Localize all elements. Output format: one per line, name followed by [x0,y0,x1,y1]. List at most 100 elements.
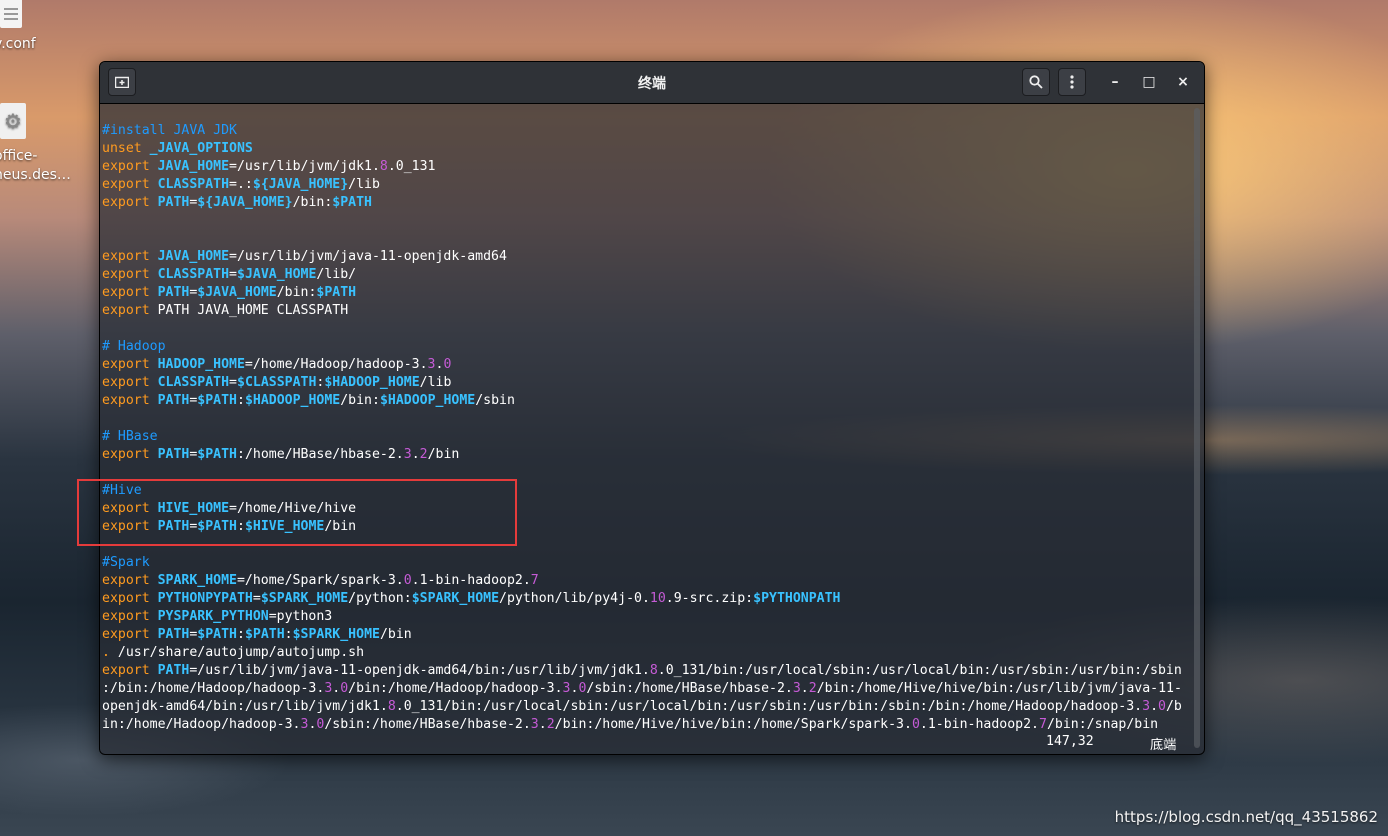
terminal-token: /sbin:/home/HBase/hbase-2. [586,681,793,696]
terminal-token: PATH [157,447,190,462]
terminal-token: 8 [649,663,658,678]
terminal-line: export PATH JAVA_HOME CLASSPATH [102,302,1190,320]
terminal-token: =.: [229,177,253,192]
terminal-token: 0 [403,573,412,588]
terminal-line: in:/home/Hadoop/hadoop-3. 3. 0/sbin:/home/… [102,716,1190,734]
terminal-token: 2 [546,717,555,732]
terminal-token: .9-src.zip: [665,591,754,606]
terminal-line: export CLASSPATH=$CLASSPATH:$HADOOP_HOME… [102,374,1190,392]
terminal-line: # Hadoop [102,338,1190,356]
terminal-token: /python: [348,591,412,606]
terminal-token: =/home/Spark/spark-3. [236,573,404,588]
terminal-token: . [411,447,420,462]
text-file-icon [0,0,22,28]
terminal-token: 0 [911,717,920,732]
terminal-line: export HADOOP_HOME=/home/Hadoop/hadoop-3… [102,356,1190,374]
terminal-token: $SPARK_HOME [411,591,500,606]
terminal-token: /bin:/home/Hive/hive/bin:/usr/lib/jvm/ja… [816,681,1182,696]
terminal-token: export [102,393,158,408]
terminal-token: export [102,285,158,300]
terminal-token: CLASSPATH [157,177,230,192]
terminal-token: /bin [379,627,412,642]
terminal-token: $PATH [316,285,357,300]
close-button[interactable]: × [1172,71,1194,93]
terminal-line: export PYSPARK_PYTHON=python3 [102,608,1190,626]
titlebar: 终端 – □ × [100,62,1204,104]
terminal-line: export PATH=${JAVA_HOME}/bin:$PATH [102,194,1190,212]
terminal-token: . [538,717,547,732]
terminal-token: export [102,195,158,210]
terminal-token: export [102,591,158,606]
terminal-token: /bin:/home/Hadoop/hadoop-3. [348,681,563,696]
terminal-content[interactable]: #install JAVA JDK unset _JAVA_OPTIONS expo… [102,104,1190,754]
desktop-icon-office[interactable]: ⚙ office- neus.des… [0,103,71,185]
terminal-token: =python3 [268,609,333,624]
terminal-token: =/usr/lib/jvm/java-11-openjdk-amd64 [229,249,507,264]
terminal-token: 0 [340,681,349,696]
terminal-token: CLASSPATH [157,267,230,282]
terminal-token: export [102,177,158,192]
kebab-menu-icon[interactable] [1058,68,1086,96]
terminal-token: /bin [427,447,460,462]
terminal-token: $PATH [197,393,237,408]
terminal-token: export [102,249,158,264]
terminal-token: 3 [562,681,571,696]
terminal-token: PYTHONPYPATH [157,591,253,606]
gear-file-icon: ⚙ [0,103,26,139]
terminal-token: /bin:/home/Hive/hive/bin:/home/Spark/spa… [554,717,912,732]
terminal-token: /python/lib/py4j-0. [499,591,650,606]
terminal-token: SPARK_HOME [157,573,237,588]
terminal-token: PATH JAVA_HOME CLASSPATH [157,303,349,318]
terminal-line: export PATH=/usr/lib/jvm/java-11-openjdk… [102,662,1190,680]
terminal-token: : [237,627,245,642]
terminal-token: =/usr/lib/jvm/java-11-openjdk-amd64/bin:… [189,663,650,678]
terminal-token: .0_131 [387,159,436,174]
terminal-token: /bin:/snap/bin [1046,717,1159,732]
terminal-token: $HADOOP_HOME [244,393,341,408]
terminal-line: :/bin:/home/Hadoop/hadoop-3. 3. 0/bin:/hom… [102,680,1190,698]
terminal-token: 2 [808,681,817,696]
terminal-token: :/home/HBase/hbase-2. [237,447,404,462]
terminal-token: /lib [348,177,380,192]
terminal-token: JAVA_HOME [157,249,230,264]
terminal-line: export PATH=$JAVA_HOME/bin:$PATH [102,284,1190,302]
desktop-icon-conf[interactable]: v.conf [0,0,54,52]
terminal-line: export PATH=$PATH:$PATH:$SPARK_HOME/bin [102,626,1190,644]
terminal-token: 0 [443,357,452,372]
terminal-token: . [800,681,809,696]
maximize-button[interactable]: □ [1138,71,1160,93]
terminal-token: 8 [379,159,388,174]
search-icon[interactable] [1022,68,1050,96]
terminal-token: PATH [157,393,190,408]
terminal-token: :/bin:/home/Hadoop/hadoop-3. [102,681,325,696]
cursor-position: 147,32 [1046,734,1094,749]
terminal-line: export CLASSPATH=.:${JAVA_HOME}/lib [102,176,1190,194]
highlight-box [77,479,517,546]
terminal-token: 7 [1038,717,1047,732]
terminal-token: : [237,393,245,408]
terminal-line: openjdk-amd64/bin:/usr/lib/jvm/jdk1.8.0_… [102,698,1190,716]
terminal-token: $PATH [244,627,285,642]
terminal-token: = [252,591,261,606]
terminal-token: /bin: [276,285,317,300]
terminal-token: 3 [1142,699,1151,714]
terminal-line: unset _JAVA_OPTIONS [102,140,1190,158]
terminal-token: _JAVA_OPTIONS [149,141,253,156]
terminal-token: $HADOOP_HOME [324,375,420,390]
terminal-token: export [102,573,158,588]
terminal-token: =/usr/lib/jvm/jdk1. [229,159,380,174]
terminal-token: export [102,627,158,642]
terminal-token: 10 [649,591,666,606]
minimize-button[interactable]: – [1104,71,1126,93]
terminal-token: 8 [387,699,396,714]
scrollbar[interactable] [1194,108,1200,748]
terminal-line: export SPARK_HOME=/home/Spark/spark-3.0.… [102,572,1190,590]
terminal-token: 2 [419,447,428,462]
terminal-token: /sbin [475,393,515,408]
terminal-token: HADOOP_HOME [157,357,245,372]
terminal-token: $JAVA_HOME [197,285,277,300]
terminal-token: export [102,663,158,678]
terminal-token: /usr/share/autojump/autojump.sh [117,645,365,660]
terminal-token: ${JAVA_HOME} [197,195,293,210]
terminal-token: PATH [157,627,190,642]
